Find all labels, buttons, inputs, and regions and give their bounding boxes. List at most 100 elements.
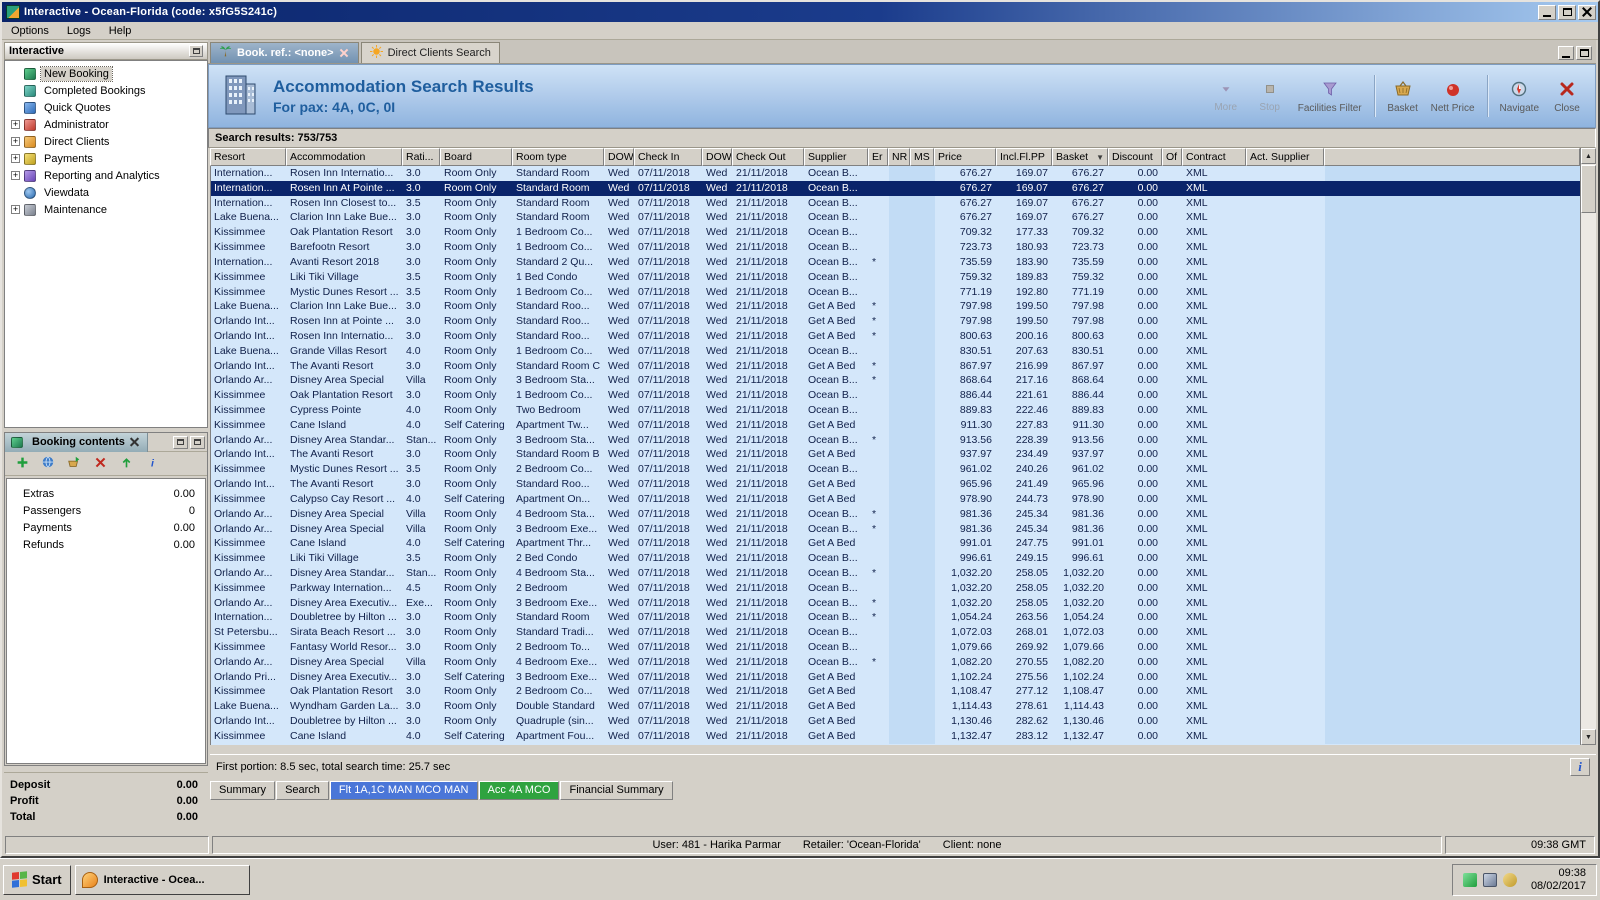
- bottom-tab-acc-4a-mco[interactable]: Acc 4A MCO: [478, 781, 560, 800]
- menu-options[interactable]: Options: [2, 23, 58, 39]
- expand-icon[interactable]: +: [11, 171, 20, 180]
- booking-tool-add[interactable]: [13, 455, 31, 473]
- column-header-rati[interactable]: Rati...: [402, 148, 440, 166]
- table-row[interactable]: Kissimmee Liki Tiki Village 3.5 Room Only 1 …: [211, 269, 1580, 285]
- table-row[interactable]: Kissimmee Calypso Cay Resort ... 4.0 Self C…: [211, 491, 1580, 507]
- column-header-supplier[interactable]: Supplier: [804, 148, 868, 166]
- tab-book-ref-none[interactable]: Book. ref.: <none>: [210, 42, 359, 63]
- table-row[interactable]: Kissimmee Cane Island 4.0 Self Catering Apar…: [211, 536, 1580, 552]
- column-header-dow[interactable]: DOW: [604, 148, 634, 166]
- tool-basket[interactable]: Basket: [1381, 77, 1425, 116]
- column-header-nr[interactable]: NR: [888, 148, 910, 166]
- column-header-room-type[interactable]: Room type: [512, 148, 604, 166]
- table-row[interactable]: Kissimmee Fantasy World Resor... 3.0 Room O…: [211, 640, 1580, 655]
- booking-tool-world[interactable]: [39, 455, 57, 473]
- table-row[interactable]: Kissimmee Oak Plantation Resort 3.0 Room On…: [211, 684, 1580, 700]
- table-row[interactable]: Lake Buena... Wyndham Garden La... 3.0 Room…: [211, 699, 1580, 715]
- column-header-price[interactable]: Price: [934, 148, 996, 166]
- table-row[interactable]: Orlando Ar... Disney Area Special Villa Roo…: [211, 521, 1580, 537]
- expand-icon[interactable]: +: [11, 137, 20, 146]
- booking-contents-row[interactable]: Passengers 0: [7, 502, 205, 519]
- column-header-resort[interactable]: Resort: [210, 148, 286, 166]
- booking-contents-maximize-button[interactable]: [190, 435, 205, 449]
- tool-facilities-filter[interactable]: Facilities Filter: [1292, 77, 1368, 116]
- booking-contents-tab[interactable]: Booking contents: [5, 432, 148, 452]
- start-button[interactable]: Start: [3, 864, 71, 895]
- bottom-tab-search[interactable]: Search: [276, 781, 329, 800]
- taskbar-app-button[interactable]: Interactive - Ocea...: [74, 864, 250, 895]
- table-row[interactable]: Internation... Avanti Resort 2018 3.0 Room …: [211, 254, 1580, 270]
- table-row[interactable]: Orlando Ar... Disney Area Special Villa Roo…: [211, 373, 1580, 389]
- booking-tool-delete[interactable]: [91, 455, 109, 473]
- table-row[interactable]: Orlando Int... Rosen Inn at Pointe ... 3.0…: [211, 314, 1580, 329]
- column-header-incl-fl-pp[interactable]: Incl.Fl.PP: [996, 148, 1052, 166]
- table-row[interactable]: Lake Buena... Clarion Inn Lake Bue... 3.0 R…: [211, 210, 1580, 226]
- booking-tool-move-basket[interactable]: [65, 455, 83, 473]
- minimize-button[interactable]: [1538, 4, 1556, 20]
- column-header-ms[interactable]: MS: [910, 148, 934, 166]
- tray-network-icon[interactable]: [1462, 872, 1477, 887]
- tabstrip-restore-button[interactable]: [1576, 46, 1592, 60]
- expand-icon[interactable]: +: [11, 154, 20, 163]
- table-row[interactable]: Internation... Rosen Inn Closest to... 3.5…: [211, 195, 1580, 211]
- table-row[interactable]: Orlando Pri... Disney Area Executiv... 3.0…: [211, 669, 1580, 685]
- maximize-button[interactable]: [1558, 4, 1576, 20]
- booking-contents-close-icon[interactable]: [129, 437, 141, 448]
- scroll-down-button[interactable]: ▼: [1581, 729, 1596, 745]
- sidebar-item-direct-clients[interactable]: + Direct Clients: [5, 133, 207, 150]
- scrollbar-thumb[interactable]: [1581, 165, 1596, 213]
- sidebar-item-new-booking[interactable]: New Booking: [5, 65, 207, 82]
- table-row[interactable]: Orlando Ar... Disney Area Special Villa Roo…: [211, 506, 1580, 522]
- table-row[interactable]: Orlando Int... Rosen Inn Internatio... 3.0…: [211, 328, 1580, 344]
- table-row[interactable]: Kissimmee Cane Island 4.0 Self Catering Apar…: [211, 728, 1580, 744]
- table-row[interactable]: Kissimmee Liki Tiki Village 3.5 Room Only 2 …: [211, 551, 1580, 566]
- tab-close-icon[interactable]: [339, 48, 350, 58]
- close-button[interactable]: [1578, 4, 1596, 20]
- column-header-basket[interactable]: Basket ▼: [1052, 148, 1108, 166]
- table-row[interactable]: Lake Buena... Grande Villas Resort 4.0 Room…: [211, 343, 1580, 359]
- table-row[interactable]: Kissimmee Barefootn Resort 3.0 Room Only 1 B…: [211, 240, 1580, 255]
- table-row[interactable]: Kissimmee Mystic Dunes Resort ... 3.5 Room …: [211, 462, 1580, 478]
- table-row[interactable]: St Petersbu... Sirata Beach Resort ... 3.0…: [211, 625, 1580, 640]
- table-row[interactable]: Internation... Doubletree by Hilton ... 3.…: [211, 610, 1580, 626]
- tray-display-icon[interactable]: [1482, 872, 1497, 887]
- table-row[interactable]: Orlando Ar... Disney Area Executiv... Exe.…: [211, 595, 1580, 611]
- table-row[interactable]: Internation... Rosen Inn At Pointe ... 3.0…: [211, 180, 1580, 196]
- bottom-tab-flt-1a-1c-man-mco-man[interactable]: Flt 1A,1C MAN MCO MAN: [329, 781, 478, 800]
- tool-close[interactable]: Close: [1545, 77, 1589, 116]
- table-row[interactable]: Orlando Ar... Disney Area Standar... Stan.…: [211, 565, 1580, 581]
- table-row[interactable]: Lake Buena... Clarion Inn Lake Bue... 3.0 R…: [211, 299, 1580, 315]
- column-header-accommodation[interactable]: Accommodation: [286, 148, 402, 166]
- column-header-of[interactable]: Of: [1162, 148, 1182, 166]
- table-row[interactable]: Orlando Ar... Disney Area Standar... Stan.…: [211, 432, 1580, 448]
- expand-icon[interactable]: +: [11, 205, 20, 214]
- sidebar-item-completed-bookings[interactable]: Completed Bookings: [5, 82, 207, 99]
- booking-contents-row[interactable]: Extras 0.00: [7, 485, 205, 502]
- table-row[interactable]: Orlando Int... The Avanti Resort 3.0 Room O…: [211, 358, 1580, 374]
- scroll-up-button[interactable]: ▲: [1581, 148, 1596, 164]
- column-header-act-supplier[interactable]: Act. Supplier: [1246, 148, 1324, 166]
- column-header-check-out[interactable]: Check Out: [732, 148, 804, 166]
- table-row[interactable]: Orlando Int... Doubletree by Hilton ... 3.…: [211, 714, 1580, 729]
- booking-contents-row[interactable]: Payments 0.00: [7, 519, 205, 536]
- column-header-contract[interactable]: Contract: [1182, 148, 1246, 166]
- tray-volume-icon[interactable]: [1502, 872, 1517, 887]
- table-row[interactable]: Orlando Int... The Avanti Resort 3.0 Room O…: [211, 477, 1580, 492]
- table-row[interactable]: Kissimmee Cypress Pointe 4.0 Room Only Two B…: [211, 403, 1580, 418]
- table-row[interactable]: Kissimmee Oak Plantation Resort 3.0 Room On…: [211, 225, 1580, 241]
- booking-tool-promote[interactable]: [117, 455, 135, 473]
- booking-contents-restore-button[interactable]: [173, 435, 188, 449]
- sidebar-item-payments[interactable]: + Payments: [5, 150, 207, 167]
- bottom-tab-summary[interactable]: Summary: [210, 781, 276, 800]
- tool-nett-price[interactable]: Nett Price: [1425, 77, 1481, 116]
- sidebar-collapse-button[interactable]: [189, 45, 203, 57]
- tool-navigate[interactable]: Navigate: [1494, 77, 1545, 116]
- column-header-discount[interactable]: Discount: [1108, 148, 1162, 166]
- column-header-board[interactable]: Board: [440, 148, 512, 166]
- menu-help[interactable]: Help: [100, 23, 141, 39]
- sidebar-item-administrator[interactable]: + Administrator: [5, 116, 207, 133]
- table-row[interactable]: Orlando Int... The Avanti Resort 3.0 Room O…: [211, 447, 1580, 463]
- table-row[interactable]: Kissimmee Oak Plantation Resort 3.0 Room On…: [211, 388, 1580, 403]
- sidebar-item-reporting-and-analytics[interactable]: + Reporting and Analytics: [5, 167, 207, 184]
- tool-more[interactable]: More: [1204, 78, 1248, 115]
